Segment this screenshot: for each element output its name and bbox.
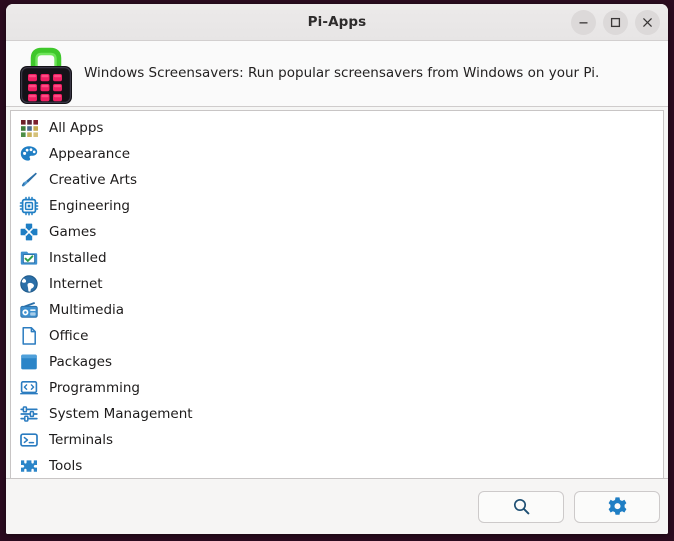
- window-titlebar[interactable]: Pi-Apps: [6, 4, 668, 41]
- category-item-system-management[interactable]: System Management: [11, 401, 663, 427]
- app-description-text: Windows Screensavers: Run popular screen…: [84, 65, 600, 82]
- dpad-icon: [18, 221, 40, 243]
- close-button[interactable]: [635, 10, 660, 35]
- category-label: All Apps: [49, 120, 104, 136]
- maximize-button[interactable]: [603, 10, 628, 35]
- category-item-all-apps[interactable]: All Apps: [11, 115, 663, 141]
- desktop-background: Pi-Apps Windows Screensavers: Run popula…: [0, 0, 674, 541]
- category-item-internet[interactable]: Internet: [11, 271, 663, 297]
- sliders-icon: [18, 403, 40, 425]
- folder-check-icon: [18, 247, 40, 269]
- maximize-icon: [610, 17, 621, 28]
- code-laptop-icon: [18, 377, 40, 399]
- category-item-programming[interactable]: Programming: [11, 375, 663, 401]
- category-label: Terminals: [49, 432, 114, 448]
- category-label: Appearance: [49, 146, 131, 162]
- globe-icon: [18, 273, 40, 295]
- terminal-icon: [18, 429, 40, 451]
- category-item-installed[interactable]: Installed: [11, 245, 663, 271]
- puzzle-piece-icon: [18, 455, 40, 477]
- pi-apps-bag-icon: [14, 44, 76, 104]
- search-button[interactable]: [478, 490, 564, 523]
- minimize-icon: [578, 17, 589, 28]
- category-label: Programming: [49, 380, 140, 396]
- radio-icon: [18, 299, 40, 321]
- category-list: All Apps Appearance Creative Arts Engine…: [11, 111, 663, 478]
- paint-palette-icon: [18, 143, 40, 165]
- category-label: Office: [49, 328, 89, 344]
- window-title: Pi-Apps: [307, 14, 367, 30]
- category-item-games[interactable]: Games: [11, 219, 663, 245]
- category-label: Creative Arts: [49, 172, 138, 188]
- category-label: Games: [49, 224, 97, 240]
- package-box-icon: [18, 351, 40, 373]
- category-label: System Management: [49, 406, 193, 422]
- category-item-creative-arts[interactable]: Creative Arts: [11, 167, 663, 193]
- pi-apps-window: Pi-Apps Windows Screensavers: Run popula…: [6, 4, 668, 534]
- document-icon: [18, 325, 40, 347]
- category-list-panel: All Apps Appearance Creative Arts Engine…: [10, 110, 664, 478]
- close-icon: [642, 17, 653, 28]
- category-item-appearance[interactable]: Appearance: [11, 141, 663, 167]
- settings-button[interactable]: [574, 490, 660, 523]
- category-item-engineering[interactable]: Engineering: [11, 193, 663, 219]
- category-label: Installed: [49, 250, 107, 266]
- gear-icon: [607, 496, 628, 517]
- category-item-multimedia[interactable]: Multimedia: [11, 297, 663, 323]
- search-icon: [512, 497, 531, 516]
- grid-apps-icon: [18, 117, 40, 139]
- footer-toolbar: [6, 478, 668, 534]
- paintbrush-icon: [18, 169, 40, 191]
- app-description-header: Windows Screensavers: Run popular screen…: [6, 41, 668, 107]
- category-item-packages[interactable]: Packages: [11, 349, 663, 375]
- category-item-office[interactable]: Office: [11, 323, 663, 349]
- window-controls: [571, 4, 660, 41]
- category-label: Internet: [49, 276, 103, 292]
- category-item-tools[interactable]: Tools: [11, 453, 663, 478]
- category-item-terminals[interactable]: Terminals: [11, 427, 663, 453]
- category-label: Tools: [49, 458, 83, 474]
- category-label: Packages: [49, 354, 112, 370]
- minimize-button[interactable]: [571, 10, 596, 35]
- category-label: Multimedia: [49, 302, 125, 318]
- cpu-chip-icon: [18, 195, 40, 217]
- category-label: Engineering: [49, 198, 130, 214]
